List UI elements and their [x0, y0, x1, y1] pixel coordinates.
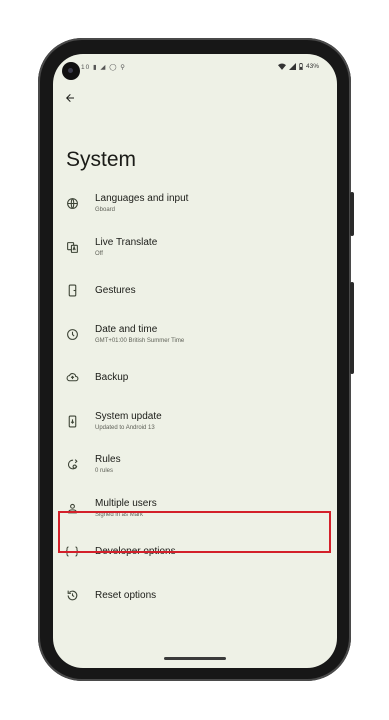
settings-item-system-update[interactable]: System update Updated to Android 13	[53, 400, 337, 444]
page-title: System	[66, 148, 137, 171]
front-camera	[62, 62, 80, 80]
power-button	[350, 192, 354, 236]
battery-icon	[299, 63, 303, 70]
back-button[interactable]	[61, 89, 79, 107]
arrow-left-icon	[66, 94, 74, 102]
notification-icons: 10 ▮ ◢ ◯ ⚲	[81, 64, 127, 71]
settings-item-title: System update	[95, 410, 162, 422]
battery-percent: 43%	[305, 63, 319, 70]
settings-item-date-time[interactable]: Date and time GMT+01:00 British Summer T…	[53, 313, 337, 357]
cloud-upload-icon	[65, 371, 79, 385]
settings-item-title: Backup	[95, 372, 129, 384]
globe-icon	[65, 197, 79, 211]
settings-item-subtitle: 0 rules	[95, 468, 114, 475]
settings-item-reset-options[interactable]: Reset options	[53, 574, 337, 618]
developer-options-highlight	[58, 511, 331, 553]
settings-item-subtitle: Gboard	[95, 207, 116, 214]
settings-item-languages[interactable]: Languages and input Gboard	[53, 182, 337, 226]
settings-item-subtitle: GMT+01:00 British Summer Time	[95, 337, 185, 344]
rules-icon	[65, 458, 79, 472]
volume-rocker	[350, 282, 354, 374]
phone-gesture-icon	[65, 284, 79, 298]
settings-item-title: Multiple users	[95, 497, 157, 509]
status-bar: 10 ▮ ◢ ◯ ⚲ 43%	[53, 54, 337, 80]
settings-item-rules[interactable]: Rules 0 rules	[53, 443, 337, 487]
reset-icon	[65, 588, 79, 602]
settings-item-title: Languages and input	[95, 193, 189, 205]
settings-item-title: Gestures	[95, 285, 136, 297]
phone-screen: 10 ▮ ◢ ◯ ⚲ 43% System Languages and inpu…	[53, 54, 337, 668]
settings-item-live-translate[interactable]: Live Translate Off	[53, 226, 337, 270]
wifi-icon	[277, 63, 286, 70]
settings-item-title: Date and time	[95, 323, 158, 335]
translate-icon	[65, 240, 79, 254]
clock-icon	[65, 327, 79, 341]
signal-icon	[288, 63, 296, 70]
settings-item-title: Live Translate	[95, 236, 158, 248]
settings-item-title: Reset options	[95, 589, 157, 601]
settings-item-gestures[interactable]: Gestures	[53, 269, 337, 313]
gesture-navigation-bar[interactable]	[164, 657, 226, 660]
settings-item-backup[interactable]: Backup	[53, 356, 337, 400]
settings-item-subtitle: Off	[95, 250, 103, 257]
settings-item-title: Rules	[95, 454, 121, 466]
system-update-icon	[65, 414, 79, 428]
settings-item-subtitle: Updated to Android 13	[95, 424, 155, 431]
system-status-icons: 43%	[277, 63, 319, 70]
